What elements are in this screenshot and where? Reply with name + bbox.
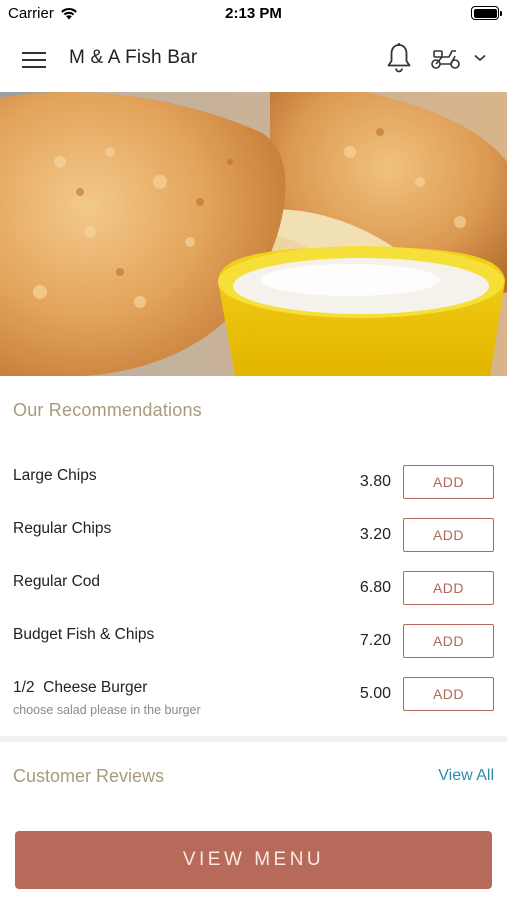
item-name: 1/2 Cheese Burger — [13, 679, 148, 696]
status-bar: Carrier 2:13 PM — [0, 0, 507, 28]
add-button[interactable]: ADD — [403, 518, 494, 552]
recommendations-section: Our Recommendations Large Chips 3.80 ADD… — [0, 376, 507, 736]
chevron-down-icon[interactable] — [473, 53, 487, 63]
battery-icon — [471, 6, 502, 20]
view-all-link[interactable]: View All — [438, 767, 494, 785]
recommendations-title: Our Recommendations — [13, 400, 202, 420]
item-name: Regular Chips — [13, 520, 112, 537]
hero-image — [0, 92, 507, 376]
item-price: 3.80 — [359, 473, 391, 490]
view-menu-button[interactable]: VIEW MENU — [15, 831, 492, 889]
fish-and-chips-photo — [0, 92, 507, 376]
add-button[interactable]: ADD — [403, 571, 494, 605]
list-item: Regular Cod 6.80 ADD — [0, 571, 507, 624]
add-button[interactable]: ADD — [403, 677, 494, 711]
item-name: Large Chips — [13, 467, 97, 484]
app-title: M & A Fish Bar — [69, 47, 198, 68]
item-note: choose salad please in the burger — [13, 703, 201, 717]
list-item: Budget Fish & Chips 7.20 ADD — [0, 624, 507, 677]
list-item: 1/2 Cheese Burger choose salad please in… — [0, 677, 507, 730]
section-divider — [0, 736, 507, 742]
add-button[interactable]: ADD — [403, 465, 494, 499]
item-name: Regular Cod — [13, 573, 101, 590]
add-button[interactable]: ADD — [403, 624, 494, 658]
list-item: Regular Chips 3.20 ADD — [0, 518, 507, 571]
item-price: 6.80 — [359, 579, 391, 596]
item-price: 3.20 — [359, 526, 391, 543]
reviews-title: Customer Reviews — [13, 766, 165, 786]
scooter-icon[interactable] — [430, 45, 462, 71]
item-name: Budget Fish & Chips — [13, 626, 155, 643]
item-price: 7.20 — [359, 632, 391, 649]
list-item: Large Chips 3.80 ADD — [0, 465, 507, 518]
menu-icon[interactable] — [22, 50, 48, 70]
status-time: 2:13 PM — [225, 5, 282, 22]
bell-icon[interactable] — [385, 42, 413, 74]
item-price: 5.00 — [359, 685, 391, 702]
app-header: M & A Fish Bar — [0, 28, 507, 92]
